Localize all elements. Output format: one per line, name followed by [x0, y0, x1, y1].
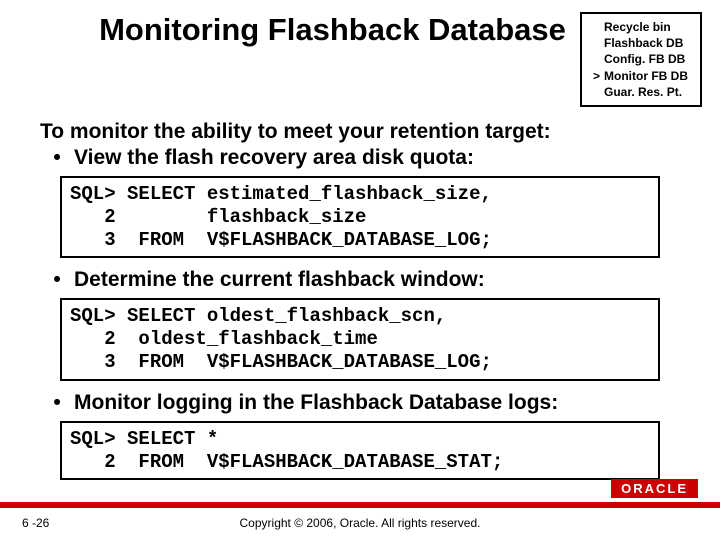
nav-item: Recycle bin [588, 19, 688, 35]
slide: Monitoring Flashback Database Recycle bi… [0, 0, 720, 540]
nav-marker [588, 35, 604, 51]
bullet-text: Monitor logging in the Flashback Databas… [74, 391, 680, 415]
bullet-dot-icon: • [40, 146, 74, 170]
bullet-item: • Determine the current flashback window… [40, 268, 680, 292]
nav-marker [588, 84, 604, 100]
nav-label: Recycle bin [604, 19, 671, 35]
bullet-item: • Monitor logging in the Flashback Datab… [40, 391, 680, 415]
nav-item: Flashback DB [588, 35, 688, 51]
nav-marker [588, 19, 604, 35]
sql-block: SQL> SELECT estimated_flashback_size, 2 … [60, 176, 660, 258]
nav-label: Monitor FB DB [604, 68, 688, 84]
slide-body: To monitor the ability to meet your rete… [40, 120, 680, 490]
bullet-dot-icon: • [40, 391, 74, 415]
title-row: Monitoring Flashback Database Recycle bi… [0, 12, 720, 107]
nav-box: Recycle bin Flashback DB Config. FB DB >… [580, 12, 702, 107]
copyright-text: Copyright © 2006, Oracle. All rights res… [0, 516, 720, 530]
nav-marker [588, 51, 604, 67]
nav-label: Guar. Res. Pt. [604, 84, 682, 100]
bullet-item: • View the flash recovery area disk quot… [40, 146, 680, 170]
oracle-logo: ORACLE [611, 479, 698, 498]
nav-label: Config. FB DB [604, 51, 685, 67]
nav-item: Config. FB DB [588, 51, 688, 67]
lead-text: To monitor the ability to meet your rete… [40, 120, 680, 144]
sql-block: SQL> SELECT oldest_flashback_scn, 2 olde… [60, 298, 660, 380]
bullet-text: Determine the current flashback window: [74, 268, 680, 292]
nav-item: >Monitor FB DB [588, 68, 688, 84]
bullet-text: View the flash recovery area disk quota: [74, 146, 680, 170]
footer-divider [0, 502, 720, 508]
nav-marker: > [588, 68, 604, 84]
sql-block: SQL> SELECT * 2 FROM V$FLASHBACK_DATABAS… [60, 421, 660, 481]
slide-title: Monitoring Flashback Database [0, 12, 580, 48]
nav-label: Flashback DB [604, 35, 683, 51]
nav-item: Guar. Res. Pt. [588, 84, 688, 100]
bullet-dot-icon: • [40, 268, 74, 292]
